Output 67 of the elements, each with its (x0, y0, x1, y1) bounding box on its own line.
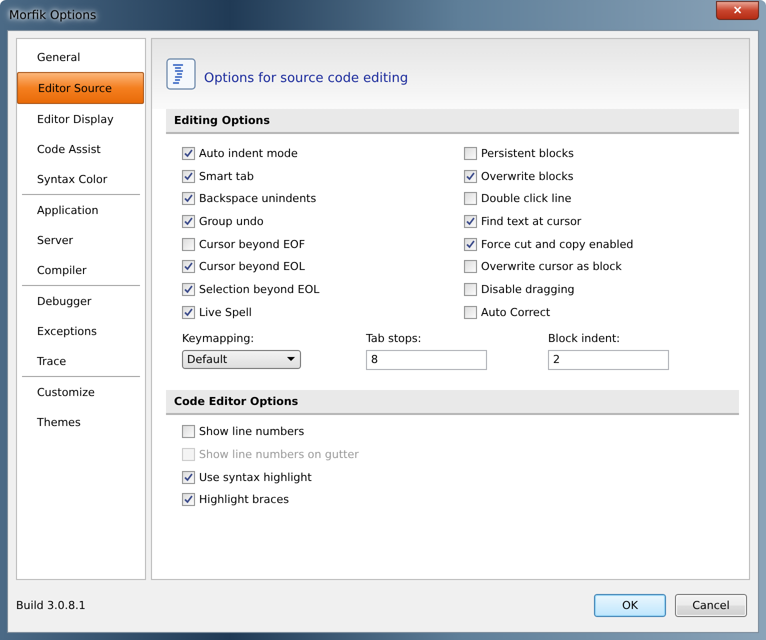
checkbox-label[interactable]: Overwrite blocks (481, 170, 574, 183)
field-label: Keymapping: (182, 332, 256, 344)
checkbox-label[interactable]: Group undo (199, 214, 264, 228)
field-label: Block indent: (548, 332, 622, 344)
checkbox[interactable] (182, 306, 195, 319)
checkbox-label[interactable]: Overwrite cursor as block (481, 260, 622, 274)
checkbox[interactable] (182, 493, 195, 506)
sidebar-item[interactable]: Trace (17, 346, 145, 376)
checkbox[interactable] (182, 238, 195, 251)
checkbox[interactable] (464, 306, 477, 319)
dialog-button[interactable]: Cancel (675, 594, 747, 616)
checkbox-label[interactable]: Persistent blocks (481, 146, 574, 160)
checkbox-label[interactable]: Disable dragging (481, 282, 575, 296)
sidebar-item[interactable]: Syntax Color (17, 164, 145, 194)
sidebar-item[interactable]: Application (17, 195, 145, 225)
checkbox[interactable] (182, 170, 195, 183)
checkbox[interactable] (182, 282, 195, 296)
checkbox-label[interactable]: Double click line (481, 192, 572, 206)
window-title: Morfik Options (8, 8, 96, 22)
section-header: Editing Options (166, 109, 739, 134)
close-button[interactable]: ✕ (716, 1, 759, 20)
checkbox-label[interactable]: Smart tab (199, 170, 254, 183)
input-field[interactable]: 8 (366, 350, 487, 370)
input-field[interactable]: 2 (548, 350, 669, 370)
checkbox[interactable] (464, 192, 477, 206)
keymapping-dropdown[interactable]: Default (182, 350, 301, 368)
checkbox[interactable] (182, 470, 195, 484)
sidebar-item[interactable]: Compiler (17, 255, 145, 285)
checkbox-label[interactable]: Force cut and copy enabled (481, 238, 634, 251)
checkbox[interactable] (464, 146, 477, 160)
checkbox-label[interactable]: Selection beyond EOL (199, 282, 320, 296)
checkbox[interactable] (182, 146, 195, 160)
checkbox[interactable] (464, 214, 477, 228)
checkbox-label[interactable]: Live Spell (199, 306, 252, 319)
caret-icon (287, 357, 295, 361)
checkbox-label[interactable]: Auto Correct (481, 306, 550, 319)
checkbox-label[interactable]: Show line numbers (199, 425, 304, 438)
sidebar-item[interactable]: Customize (17, 377, 145, 407)
sidebar-item[interactable]: Exceptions (17, 316, 145, 346)
sidebar-item[interactable]: General (17, 42, 145, 72)
panel-title: Options for source code editing (204, 70, 408, 86)
sidebar-item[interactable]: Debugger (17, 286, 145, 316)
checkbox-label[interactable]: Use syntax highlight (199, 470, 312, 484)
checkbox-label[interactable]: Cursor beyond EOL (199, 260, 305, 274)
checkbox[interactable] (464, 260, 477, 274)
sidebar-item[interactable]: Server (17, 225, 145, 255)
sidebar-item[interactable]: Code Assist (17, 134, 145, 164)
checkbox-label[interactable]: Highlight braces (199, 493, 289, 506)
sidebar-item[interactable]: Editor Source (17, 72, 144, 104)
section-header: Code Editor Options (166, 390, 739, 414)
checkbox[interactable] (464, 238, 477, 251)
checkbox-label[interactable]: Backspace unindents (199, 192, 316, 206)
checkbox[interactable] (182, 214, 195, 228)
sidebar-item[interactable]: Themes (17, 407, 145, 437)
checkbox[interactable] (182, 192, 195, 206)
checkbox[interactable] (182, 260, 195, 274)
build-version: Build 3.0.8.1 (16, 598, 86, 612)
checkbox[interactable] (182, 425, 195, 438)
checkbox[interactable] (464, 170, 477, 183)
checkbox-label[interactable]: Find text at cursor (481, 214, 582, 228)
field-label: Tab stops: (366, 332, 422, 344)
dialog-button[interactable]: OK (594, 594, 666, 616)
checkbox-label[interactable]: Cursor beyond EOF (199, 238, 306, 251)
sidebar-item[interactable]: Editor Display (17, 104, 145, 134)
checkbox-label[interactable]: Auto indent mode (199, 146, 298, 160)
checkbox[interactable] (464, 282, 477, 296)
document-outline-icon (166, 58, 196, 90)
